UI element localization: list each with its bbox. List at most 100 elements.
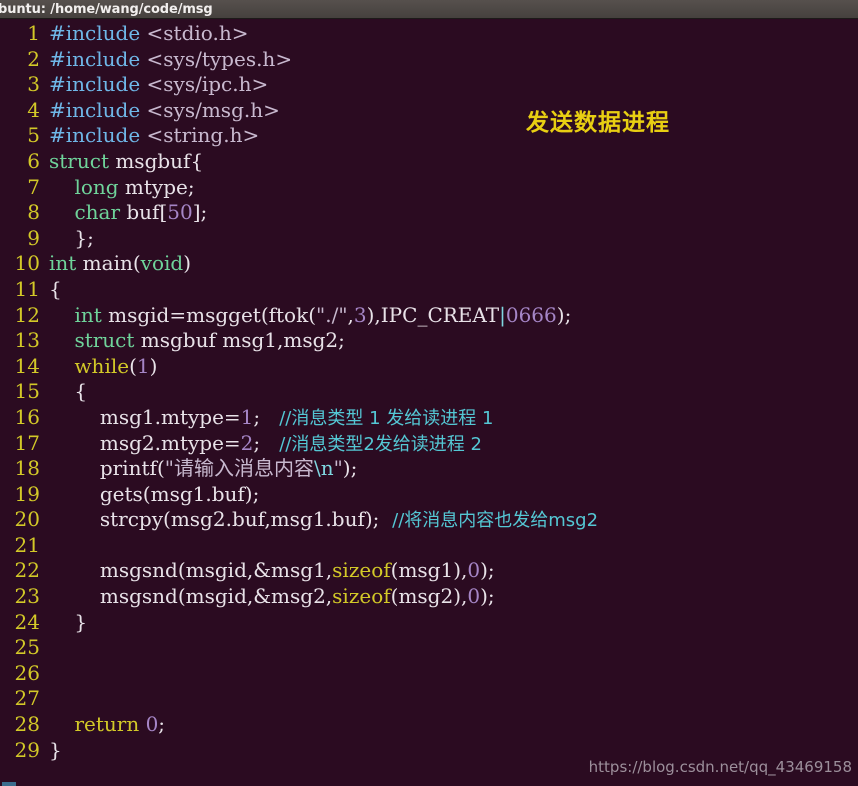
code-token: mtype; xyxy=(118,174,195,199)
code-line[interactable]: 12 int msgid=msgget(ftok("./",3),IPC_CRE… xyxy=(0,303,858,329)
code-line[interactable]: 14 while(1) xyxy=(0,354,858,380)
code-token: }; xyxy=(49,225,94,250)
code-token: ; xyxy=(158,712,166,737)
code-token: ) xyxy=(183,251,192,276)
line-source: long mtype; xyxy=(49,174,195,201)
code-line[interactable]: 2 #include <sys/types.h> xyxy=(0,47,858,73)
line-number: 18 xyxy=(14,456,40,481)
code-token: msg2.mtype= xyxy=(49,430,241,455)
code-line[interactable]: 16 msg1.mtype=1; //消息类型 1 发给读进程 1 xyxy=(0,405,858,431)
window-title: buntu: /home/wang/code/msg xyxy=(0,1,213,17)
line-number: 29 xyxy=(14,737,40,762)
line-source: #include <string.h> xyxy=(49,123,259,149)
code-line[interactable]: 3 #include <sys/ipc.h> xyxy=(0,72,858,98)
code-token: ; xyxy=(253,430,280,455)
code-token: { xyxy=(49,379,88,404)
code-line[interactable]: 26 xyxy=(0,661,858,687)
code-token: <sys/types.h> xyxy=(146,46,293,71)
code-token: | xyxy=(499,302,506,327)
code-token: #include xyxy=(49,72,141,97)
code-line[interactable]: 28 return 0; xyxy=(0,712,858,738)
code-token: msgbuf{ xyxy=(108,148,204,173)
code-token: int xyxy=(74,302,102,327)
line-source: struct msgbuf msg1,msg2; xyxy=(49,328,344,354)
code-line[interactable]: 10 int main(void) xyxy=(0,251,858,277)
code-line[interactable]: 5 #include <string.h> xyxy=(0,123,858,149)
code-token: struct xyxy=(74,328,135,353)
window-titlebar[interactable]: buntu: /home/wang/code/msg xyxy=(0,0,858,19)
code-line[interactable]: 23 msgsnd(msgid,&msg2,sizeof(msg2),0); xyxy=(0,584,858,610)
line-number: 14 xyxy=(14,353,40,378)
code-token: msgsnd(msgid,&msg1, xyxy=(49,558,333,583)
code-token: //消息类型 1 发给读进程 1 xyxy=(279,407,494,429)
line-number: 4 xyxy=(27,97,40,122)
code-token: while xyxy=(74,353,130,378)
line-source: }; xyxy=(49,225,94,252)
line-source: #include <sys/ipc.h> xyxy=(49,72,268,98)
line-number: 3 xyxy=(27,72,40,97)
code-token: 0666 xyxy=(505,302,557,327)
line-number: 19 xyxy=(14,481,40,506)
code-line[interactable]: 27 xyxy=(0,686,858,712)
line-number: 22 xyxy=(14,558,40,583)
annotation-label: 发送数据进程 xyxy=(526,110,670,136)
code-line[interactable]: 22 msgsnd(msgid,&msg1,sizeof(msg1),0); xyxy=(0,558,858,584)
code-line[interactable]: 17 msg2.mtype=2; //消息类型2发给读进程 2 xyxy=(0,431,858,457)
line-number: 5 xyxy=(27,123,40,148)
line-number: 2 xyxy=(27,46,40,71)
code-line[interactable]: 21 xyxy=(0,533,858,559)
code-line[interactable]: 9 }; xyxy=(0,226,858,252)
code-token: "./" xyxy=(316,302,348,327)
code-token: 2 xyxy=(240,430,254,455)
line-number: 11 xyxy=(14,276,40,301)
line-source: { xyxy=(49,379,87,405)
code-line[interactable]: 4 #include <sys/msg.h> xyxy=(0,98,858,124)
code-token: msgsnd(msgid,&msg2, xyxy=(49,584,333,609)
code-token: buf[ xyxy=(120,200,168,225)
code-token: long xyxy=(74,174,119,199)
line-source: } xyxy=(49,610,87,636)
code-line[interactable]: 11 { xyxy=(0,277,858,303)
line-number: 25 xyxy=(14,635,40,660)
code-line[interactable]: 15 { xyxy=(0,379,858,405)
line-number: 9 xyxy=(27,225,40,250)
code-line[interactable]: 6 struct msgbuf{ xyxy=(0,149,858,175)
code-line[interactable]: 18 printf("请输入消息内容\n"); xyxy=(0,456,858,482)
code-token: \n xyxy=(313,456,334,481)
code-token: ),IPC_CREAT xyxy=(366,302,500,327)
code-token: //消息类型2发给读进程 2 xyxy=(279,433,482,455)
code-token: 0 xyxy=(467,584,481,609)
code-line[interactable]: 7 long mtype; xyxy=(0,175,858,201)
code-line[interactable]: 1 #include <stdio.h> xyxy=(0,21,858,47)
line-number: 26 xyxy=(14,660,40,685)
code-token: ); xyxy=(342,456,358,481)
code-token: ); xyxy=(480,584,495,609)
code-token: <string.h> xyxy=(146,123,260,148)
code-line[interactable]: 13 struct msgbuf msg1,msg2; xyxy=(0,328,858,354)
line-source: msgsnd(msgid,&msg2,sizeof(msg2),0); xyxy=(49,584,495,610)
line-number: 10 xyxy=(14,251,40,276)
code-line[interactable]: 24 } xyxy=(0,610,858,636)
code-line[interactable]: 20 strcpy(msg2.buf,msg1.buf); //将消息内容也发给… xyxy=(0,507,858,533)
line-source: #include <sys/types.h> xyxy=(49,47,292,73)
code-token: int xyxy=(49,251,77,276)
code-token: ); xyxy=(556,302,572,327)
line-source: { xyxy=(49,277,62,303)
code-line[interactable]: 8 char buf[50]; xyxy=(0,200,858,226)
line-number: 15 xyxy=(14,379,40,404)
line-source: #include <stdio.h> xyxy=(49,21,248,47)
line-number: 17 xyxy=(14,430,40,455)
code-token: 1 xyxy=(240,404,254,429)
code-line[interactable]: 25 xyxy=(0,635,858,661)
code-token: printf( xyxy=(49,456,165,481)
code-token: #include xyxy=(49,46,141,71)
code-line[interactable]: 19 gets(msg1.buf); xyxy=(0,482,858,508)
line-number: 8 xyxy=(27,200,40,225)
code-token: (msg1), xyxy=(390,558,468,583)
code-token: <sys/ipc.h> xyxy=(146,72,269,97)
line-number: 23 xyxy=(14,584,40,609)
code-editor[interactable]: 1 #include <stdio.h> 2 #include <sys/types.… xyxy=(0,19,858,786)
